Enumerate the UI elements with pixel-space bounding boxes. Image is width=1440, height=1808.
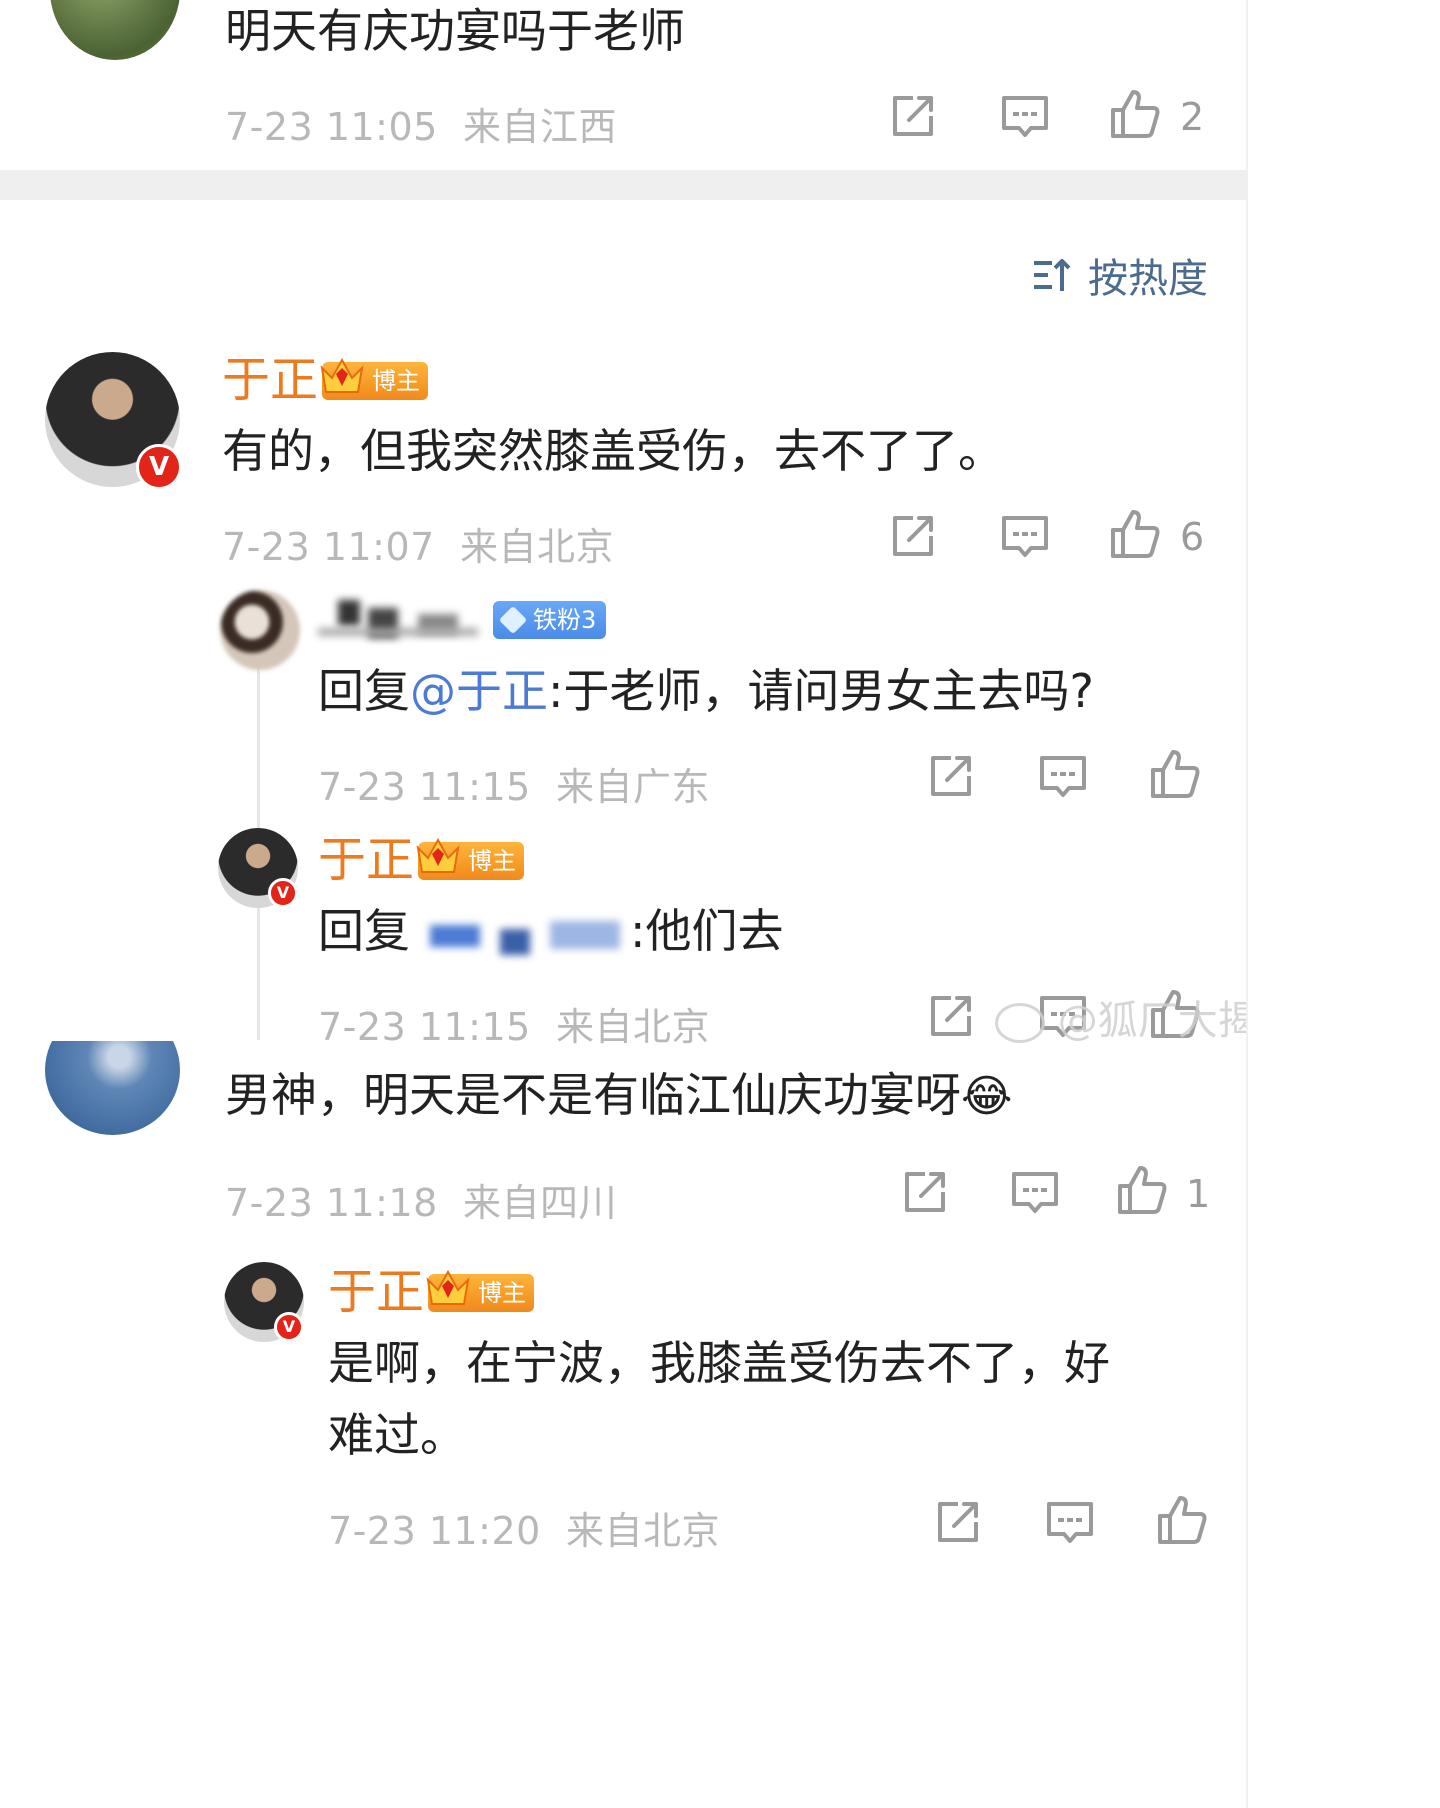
comment-text: 男神，明天是不是有临江仙庆功宴呀😂 xyxy=(225,1068,1012,1124)
fan-level-badge: 铁粉3 xyxy=(493,601,607,639)
reply-meta: 7-23 11:20 来自北京 xyxy=(328,1500,720,1555)
like-icon[interactable] xyxy=(1105,504,1165,564)
reply-meta: 7-23 11:15 来自北京 xyxy=(318,996,710,1051)
crown-icon xyxy=(414,834,462,878)
reply-text: 回复 :他们去 xyxy=(318,904,784,959)
top-comment-text: 明天有庆功宴吗于老师 xyxy=(225,4,685,58)
right-edge-border xyxy=(1246,0,1440,1808)
comment-location: 来自北京 xyxy=(566,1509,721,1553)
blogger-badge: 博主 xyxy=(322,362,428,400)
avatar-commenter[interactable] xyxy=(45,1041,180,1135)
comment-time: 7-23 11:18 xyxy=(225,1181,438,1225)
comment-time: 7-23 11:05 xyxy=(225,105,438,149)
blogger-badge-label: 博主 xyxy=(478,1279,526,1307)
blogger-badge: 博主 xyxy=(418,842,524,880)
reply-text-line2: 难过。 xyxy=(328,1408,466,1462)
reply-body: :于老师，请问男女主去吗? xyxy=(548,664,1094,718)
like-icon[interactable] xyxy=(1105,84,1165,144)
blogger-badge-label: 博主 xyxy=(372,367,420,395)
fan-level-label: 铁粉3 xyxy=(533,606,597,634)
sort-label: 按热度 xyxy=(1088,256,1208,302)
comment-location: 来自北京 xyxy=(556,1005,711,1049)
share-icon[interactable] xyxy=(921,746,981,806)
weibo-logo-icon xyxy=(995,1003,1045,1043)
comment-location: 来自北京 xyxy=(460,525,615,569)
like-count: 1 xyxy=(1186,1172,1211,1216)
comment-time: 7-23 11:15 xyxy=(318,1005,531,1049)
comment-text: 有的，但我突然膝盖受伤，去不了了。 xyxy=(222,424,1004,478)
laughing-emoji-icon: 😂 xyxy=(961,1071,1013,1122)
share-icon[interactable] xyxy=(895,1162,955,1222)
avatar-fan[interactable] xyxy=(220,590,300,670)
comment-location: 来自江西 xyxy=(463,105,618,149)
like-count: 2 xyxy=(1180,95,1205,139)
share-icon[interactable] xyxy=(928,1492,988,1552)
reply-text-line1: 是啊，在宁波，我膝盖受伤去不了，好 xyxy=(328,1336,1110,1390)
comment-icon[interactable] xyxy=(1033,746,1093,806)
blogger-badge-label: 博主 xyxy=(468,847,516,875)
verified-badge-icon: V xyxy=(268,878,298,908)
share-icon[interactable] xyxy=(883,86,943,146)
sort-icon xyxy=(1034,259,1071,291)
verified-badge-icon: V xyxy=(136,444,182,490)
section-divider xyxy=(0,170,1440,200)
like-icon[interactable] xyxy=(1152,1490,1212,1550)
verified-badge-icon: V xyxy=(274,1312,304,1342)
reply-text: 回复@于正:于老师，请问男女主去吗? xyxy=(318,664,1094,719)
comment-time: 7-23 11:20 xyxy=(328,1509,541,1553)
crown-icon xyxy=(424,1266,472,1310)
comment-time: 7-23 11:15 xyxy=(318,765,531,809)
comment-icon[interactable] xyxy=(1005,1162,1065,1222)
comment-meta: 7-23 11:18 来自四川 xyxy=(225,1172,617,1227)
reply-prefix: 回复 xyxy=(318,904,410,958)
sort-control[interactable]: 按热度 xyxy=(1030,246,1208,304)
comment-body: 男神，明天是不是有临江仙庆功宴呀 xyxy=(225,1068,961,1122)
like-icon[interactable] xyxy=(1112,1160,1172,1220)
comment-location: 来自四川 xyxy=(463,1181,618,1225)
like-icon[interactable] xyxy=(1145,744,1205,804)
comment-time: 7-23 11:07 xyxy=(222,525,435,569)
comment-meta: 7-23 11:07 来自北京 xyxy=(222,516,614,571)
share-icon[interactable] xyxy=(883,506,943,566)
avatar-top-commenter[interactable] xyxy=(50,0,180,60)
comment-icon[interactable] xyxy=(995,506,1055,566)
commenter-name[interactable]: 于正 xyxy=(328,1268,424,1316)
mention-blurred[interactable] xyxy=(410,915,630,955)
blogger-badge: 博主 xyxy=(428,1274,534,1312)
comment-icon[interactable] xyxy=(995,86,1055,146)
reply-body: :他们去 xyxy=(630,904,784,958)
share-icon[interactable] xyxy=(921,986,981,1046)
commenter-name[interactable]: 于正 xyxy=(318,836,414,884)
fan-username-blurred[interactable] xyxy=(318,600,483,640)
commenter-name[interactable]: 于正 xyxy=(222,356,318,404)
top-comment-time: 7-23 11:05 来自江西 xyxy=(225,96,617,151)
crown-icon xyxy=(318,354,366,398)
comment-icon[interactable] xyxy=(1040,1492,1100,1552)
like-count: 6 xyxy=(1180,515,1205,559)
mention-link[interactable]: @于正 xyxy=(410,664,548,718)
comment-location: 来自广东 xyxy=(556,765,711,809)
reply-meta: 7-23 11:15 来自广东 xyxy=(318,756,710,811)
reply-prefix: 回复 xyxy=(318,664,410,718)
diamond-icon xyxy=(498,605,528,635)
